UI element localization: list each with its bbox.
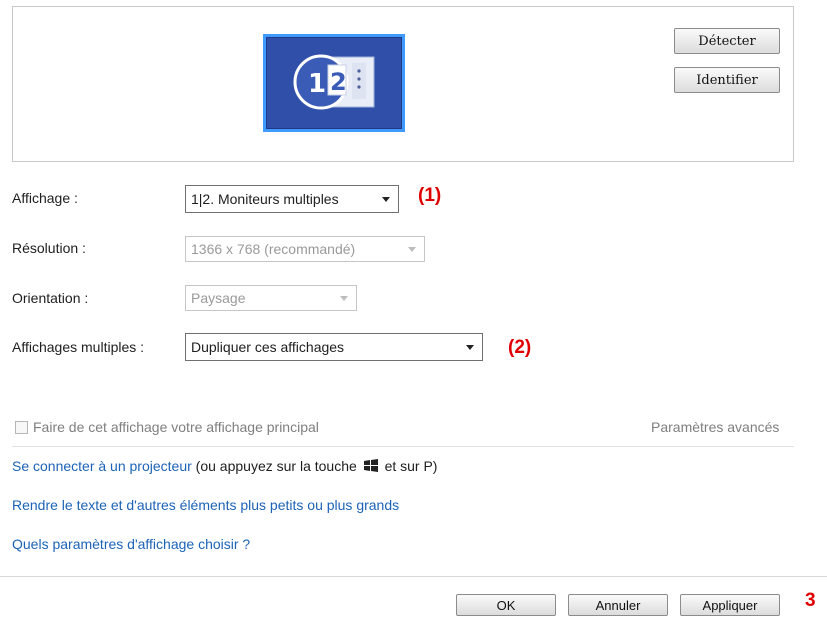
projector-hint-after: et sur P) xyxy=(384,458,438,474)
chevron-down-icon xyxy=(408,247,416,252)
resolution-select[interactable]: 1366 x 768 (recommandé) xyxy=(185,236,425,262)
multiple-displays-label: Affichages multiples : xyxy=(12,339,145,355)
divider xyxy=(12,446,794,447)
annotation-2: (2) xyxy=(508,337,532,358)
svg-text:1: 1 xyxy=(308,69,326,99)
primary-display-label: Faire de cet affichage votre affichage p… xyxy=(33,419,319,435)
apply-button[interactable]: Appliquer xyxy=(680,594,780,616)
annotation-3: 3 xyxy=(805,590,816,611)
orientation-select[interactable]: Paysage xyxy=(185,285,357,311)
resolution-select-value: 1366 x 768 (recommandé) xyxy=(191,241,356,257)
display-select[interactable]: 1|2. Moniteurs multiples xyxy=(185,185,399,213)
connect-projector-link[interactable]: Se connecter à un projecteur xyxy=(12,458,192,474)
orientation-label: Orientation : xyxy=(12,290,89,306)
monitor-number-badge: 1 2 xyxy=(293,54,375,110)
display-label: Affichage : xyxy=(12,190,78,206)
orientation-select-value: Paysage xyxy=(191,290,246,306)
display-select-value: 1|2. Moniteurs multiples xyxy=(191,191,339,207)
advanced-settings-link[interactable]: Paramètres avancés xyxy=(651,419,779,435)
svg-text:2: 2 xyxy=(330,68,347,96)
footer-divider xyxy=(0,576,827,577)
text-size-link[interactable]: Rendre le texte et d'autres éléments plu… xyxy=(12,497,399,513)
monitor-thumbnail[interactable]: 1 2 xyxy=(263,34,405,132)
identify-button[interactable]: Identifier xyxy=(674,67,780,93)
annotation-1: (1) xyxy=(418,185,442,206)
resolution-label: Résolution : xyxy=(12,240,86,256)
chevron-down-icon xyxy=(466,345,474,350)
primary-display-checkbox[interactable] xyxy=(15,421,28,434)
which-display-settings-link[interactable]: Quels paramètres d'affichage choisir ? xyxy=(12,536,250,552)
projector-hint-before: (ou appuyez sur la touche xyxy=(195,458,357,474)
multiple-displays-select-value: Dupliquer ces affichages xyxy=(191,339,345,355)
multiple-displays-select[interactable]: Dupliquer ces affichages xyxy=(185,333,483,361)
chevron-down-icon xyxy=(340,296,348,301)
ok-button[interactable]: OK xyxy=(456,594,556,616)
cancel-button[interactable]: Annuler xyxy=(568,594,668,616)
projector-line: Se connecter à un projecteur (ou appuyez… xyxy=(12,458,437,474)
windows-logo-icon xyxy=(363,459,378,472)
detect-button[interactable]: Détecter xyxy=(674,28,780,54)
chevron-down-icon xyxy=(382,197,390,202)
